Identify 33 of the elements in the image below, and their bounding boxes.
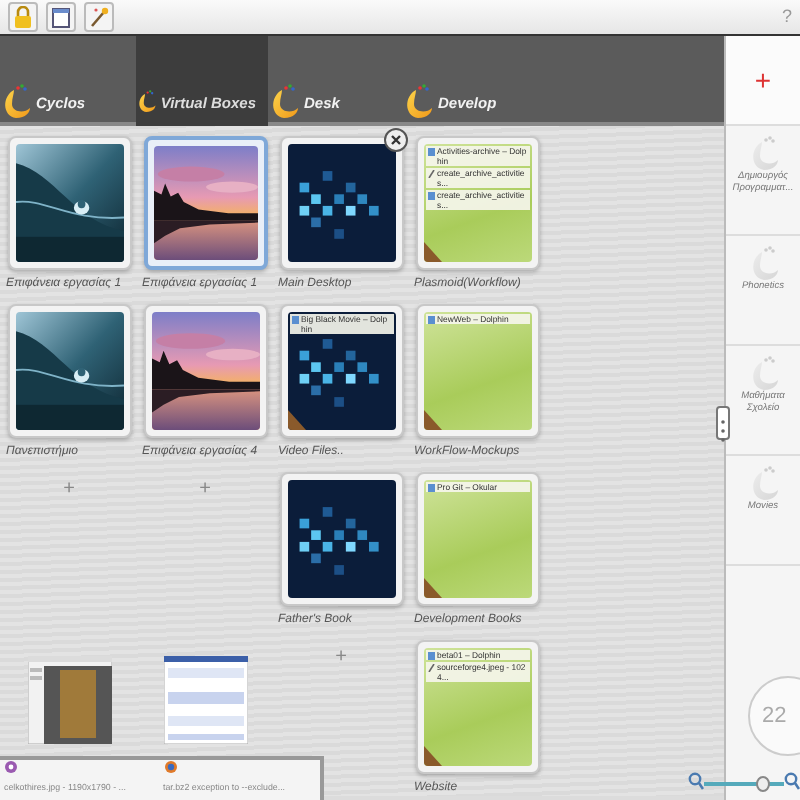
close-icon[interactable]	[384, 128, 408, 152]
activity-card[interactable]	[279, 136, 403, 270]
activity-card[interactable]	[7, 304, 131, 438]
app-icon	[163, 760, 177, 774]
window-thumbnail-drawing[interactable]	[163, 656, 247, 744]
activity-card[interactable]	[7, 136, 131, 270]
corner-tab-icon	[423, 410, 441, 430]
activity-card[interactable]	[143, 304, 267, 438]
pencil-icon	[427, 663, 435, 671]
activity-card[interactable]	[143, 136, 267, 270]
folder-icon	[427, 483, 435, 491]
panel-handle[interactable]	[716, 406, 730, 440]
zoom-out-icon[interactable]	[688, 772, 704, 790]
corner-tab-icon	[423, 242, 441, 262]
folder-icon	[427, 315, 435, 323]
corner-tab-icon	[287, 410, 305, 430]
activity-icon	[268, 82, 300, 120]
corner-tab-icon	[423, 746, 441, 766]
clock-time: 22	[762, 701, 787, 732]
folder-icon	[427, 651, 435, 659]
zoom-in-icon[interactable]	[784, 772, 800, 790]
folder-icon	[291, 315, 299, 323]
pencil-icon	[427, 169, 435, 177]
corner-tab-icon	[423, 578, 441, 598]
activity-card[interactable]	[279, 472, 403, 606]
activity-icon	[0, 82, 32, 120]
wand-icon[interactable]	[84, 2, 114, 32]
activity-icon	[402, 82, 434, 120]
folder-icon	[427, 147, 435, 155]
folder-icon	[427, 191, 435, 199]
window-icon[interactable]	[46, 2, 76, 32]
window-thumbnail-drawing[interactable]	[27, 656, 111, 744]
add-button[interactable]: +	[726, 36, 800, 126]
